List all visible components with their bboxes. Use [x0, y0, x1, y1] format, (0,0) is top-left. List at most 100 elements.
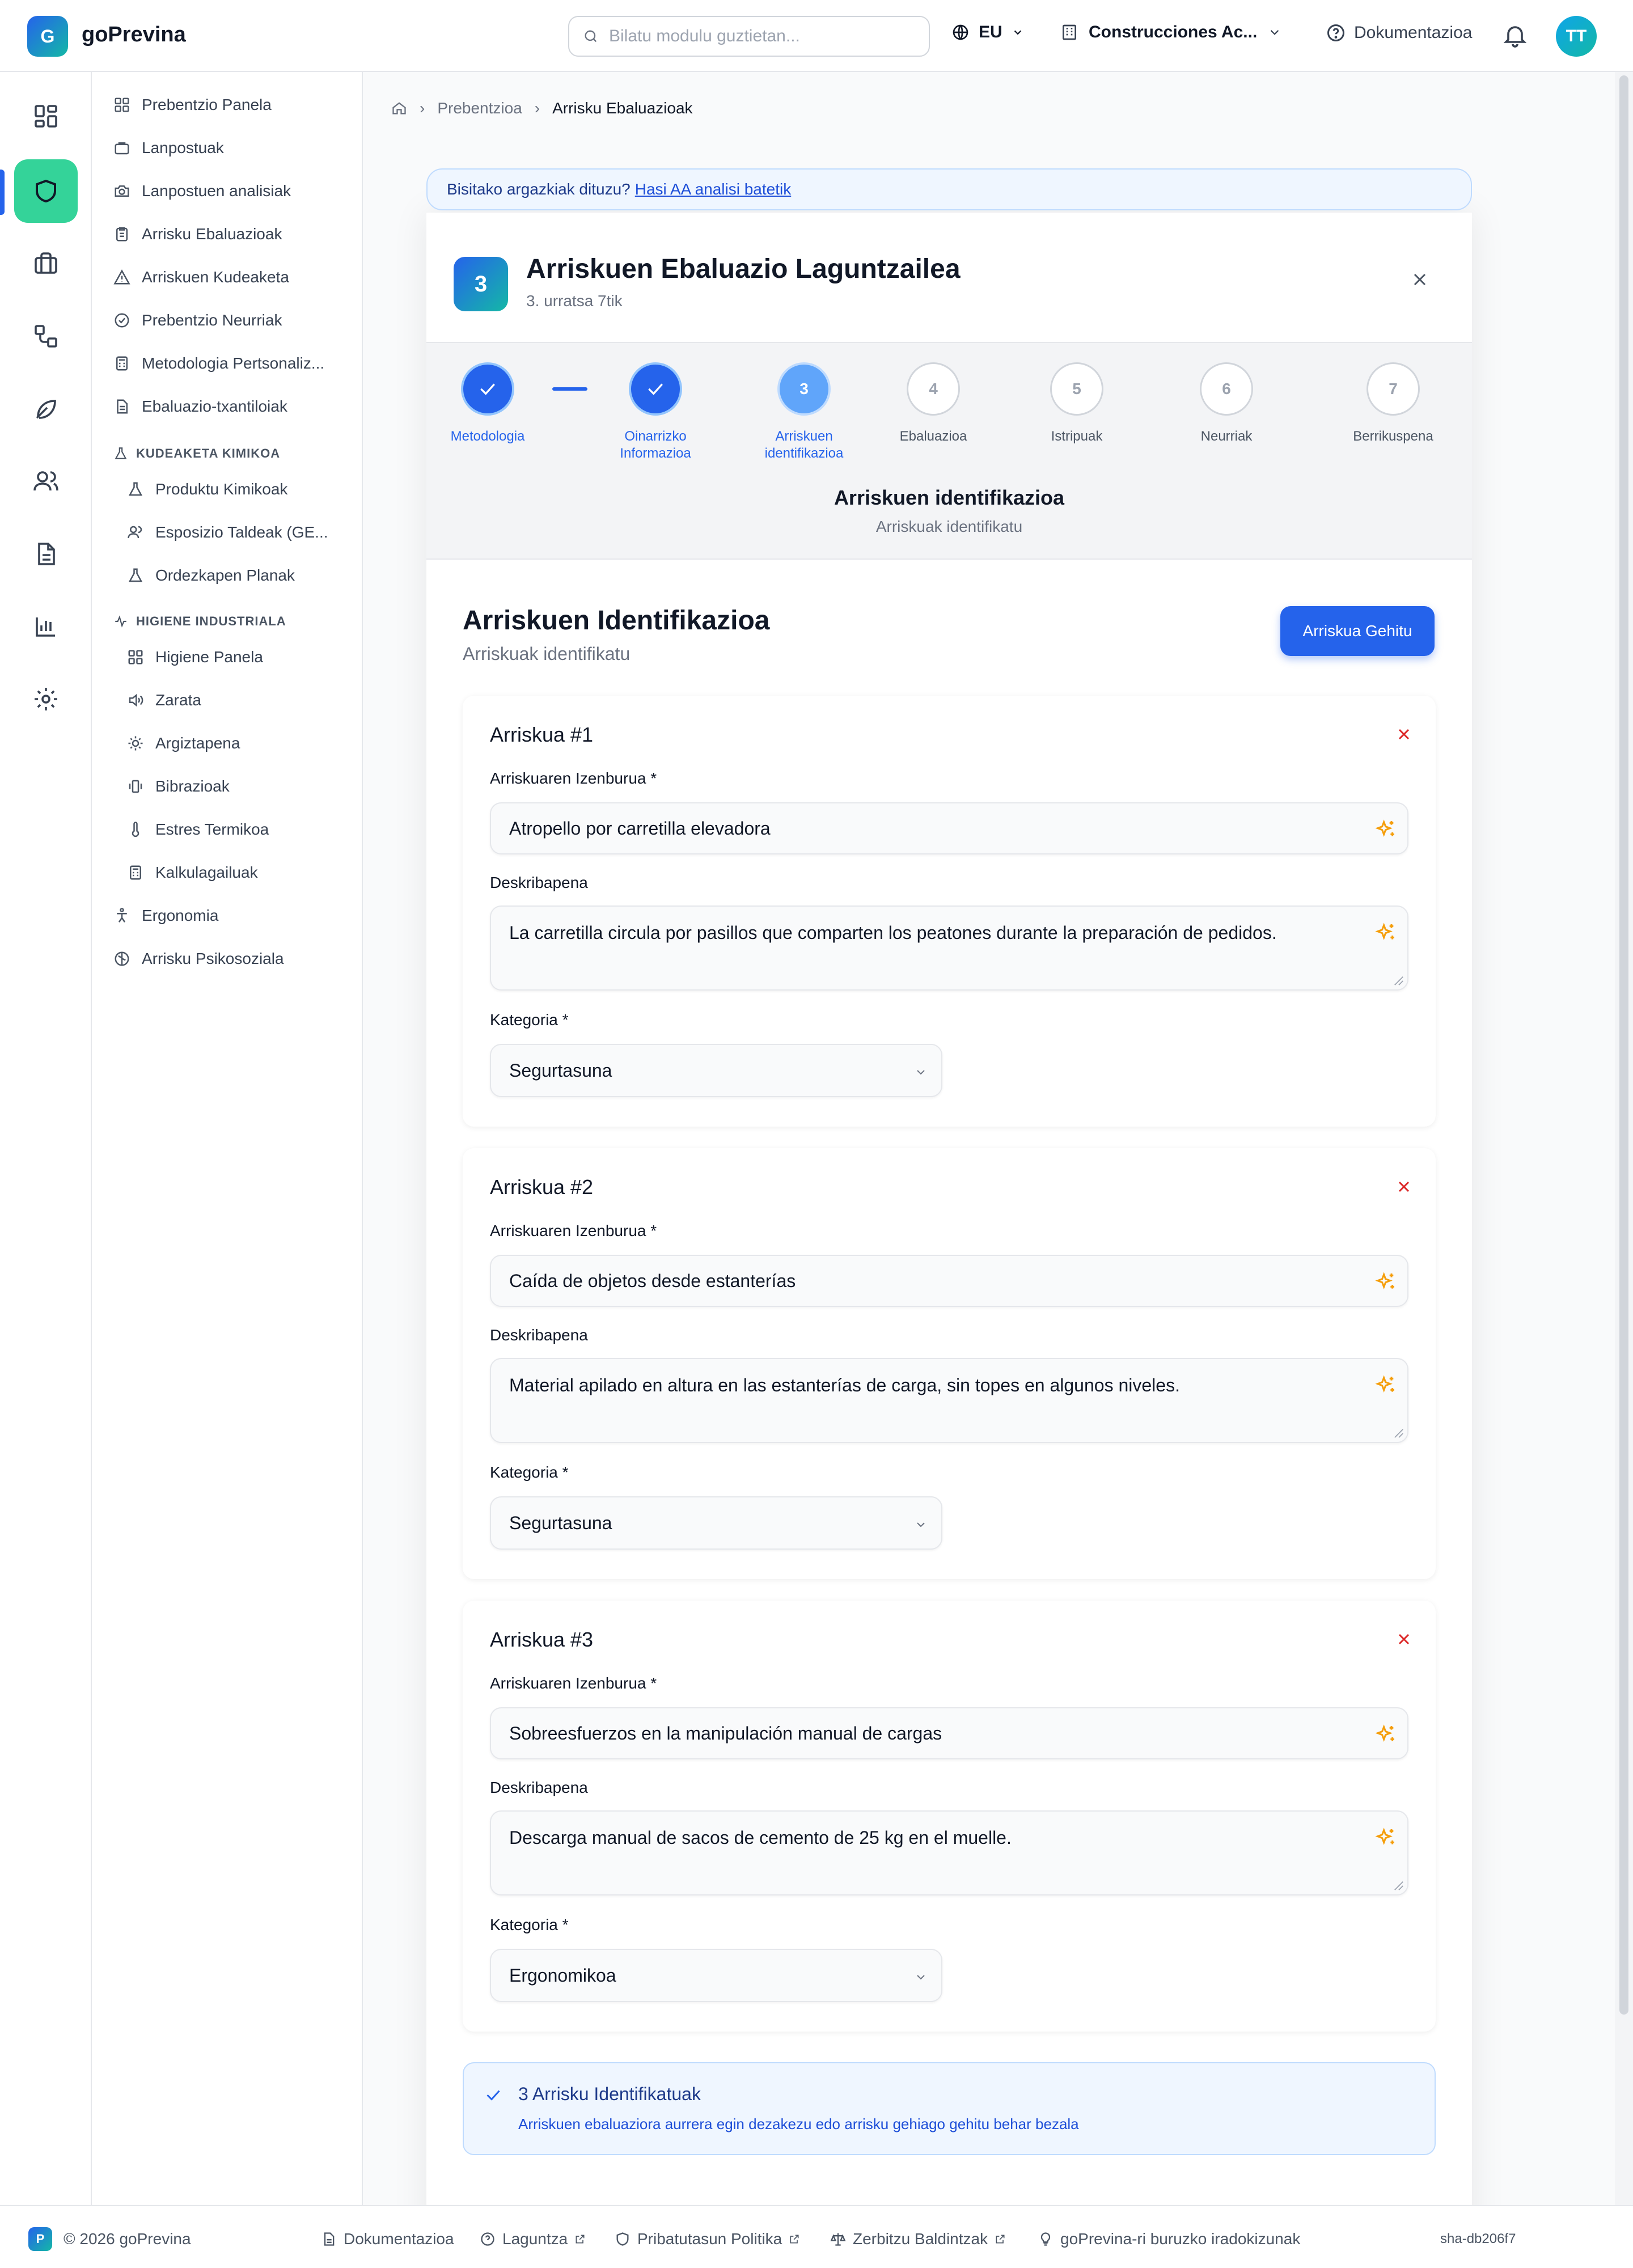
sidebar-item-label: Ordezkapen Planak: [155, 566, 295, 584]
step-3[interactable]: 3 Arriskuen identifikazioa: [736, 362, 872, 462]
rail-workflow[interactable]: [14, 304, 78, 368]
workflow-icon: [35, 325, 57, 348]
documentation-label: Dokumentazioa: [1354, 23, 1473, 42]
footer-link-feedback[interactable]: goPrevina-ri buruzko iradokizunak: [1038, 2230, 1300, 2248]
footer-logo: P: [28, 2227, 52, 2251]
sidebar-item-chemical-products[interactable]: Produktu Kimikoak: [127, 480, 287, 498]
search-icon: [585, 30, 597, 43]
remove-risk-icon[interactable]: [1395, 1630, 1413, 1648]
step-label: Oinarrizko Informazioa: [620, 429, 691, 461]
footer-link-label: goPrevina-ri buruzko iradokizunak: [1060, 2230, 1301, 2248]
sidebar-item-ergonomics[interactable]: Ergonomia: [113, 907, 218, 925]
search-input[interactable]: Bilatu modulu guztietan...: [568, 16, 930, 57]
sparkles-icon[interactable]: [1374, 1374, 1397, 1397]
risk-description-textarea[interactable]: Descarga manual de sacos de cemento de 2…: [490, 1810, 1408, 1895]
step-6[interactable]: 6 Neurriak: [1158, 362, 1294, 445]
chevron-down-icon: [917, 1522, 925, 1527]
rail-reports[interactable]: [14, 595, 78, 658]
risk-name-input[interactable]: Sobreesfuerzos en la manipulación manual…: [490, 1707, 1408, 1759]
sidebar: Prebentzio Panela Lanpostuak Lanpostuen …: [92, 72, 363, 2205]
footer-link-help[interactable]: Laguntza: [480, 2230, 586, 2248]
warning-icon: [113, 269, 130, 285]
app-logo[interactable]: G: [27, 16, 68, 57]
building-icon: [1063, 24, 1076, 40]
sidebar-item-substitution-plans[interactable]: Ordezkapen Planak: [127, 566, 295, 585]
rail-people[interactable]: [14, 450, 78, 513]
sidebar-item-risk-evaluations[interactable]: Arrisku Ebaluazioak: [113, 225, 282, 243]
sparkles-icon[interactable]: [1374, 818, 1397, 841]
risk-category-select[interactable]: Ergonomikoa: [490, 1949, 942, 2002]
sidebar-item-hygiene-panel[interactable]: Higiene Panela: [127, 648, 263, 666]
footer-link-terms[interactable]: Zerbitzu Baldintzak: [830, 2230, 1006, 2248]
step-7[interactable]: 7 Berrikuspena: [1325, 362, 1461, 445]
rail-settings[interactable]: [14, 667, 78, 731]
step-2[interactable]: Oinarrizko Informazioa: [587, 362, 724, 462]
remove-risk-icon[interactable]: [1395, 1178, 1413, 1196]
sidebar-item-evaluation-templates[interactable]: Ebaluazio-txantiloiak: [113, 397, 287, 416]
resize-handle-icon[interactable]: [1394, 1428, 1404, 1438]
sidebar-item-workplaces[interactable]: Lanpostuak: [113, 139, 224, 157]
documentation-link[interactable]: Dokumentazioa: [1326, 23, 1472, 43]
rail-documents[interactable]: [14, 522, 78, 586]
sidebar-item-psychosocial-risk[interactable]: Arrisku Psikosoziala: [113, 950, 284, 968]
app-name[interactable]: goPrevina: [82, 23, 186, 47]
sidebar-item-lighting[interactable]: Argiztapena: [127, 734, 240, 752]
company-selector[interactable]: Construcciones Ac...: [1060, 23, 1282, 42]
risk-name-input[interactable]: Caída de objetos desde estanterías: [490, 1255, 1408, 1307]
risk-name-value: Caída de objetos desde estanterías: [509, 1270, 796, 1291]
risk-name-input[interactable]: Atropello por carretilla elevadora: [490, 802, 1408, 854]
sparkles-icon[interactable]: [1374, 1271, 1397, 1293]
step-4[interactable]: 4 Ebaluazioa: [865, 362, 1001, 445]
sparkles-icon[interactable]: [1374, 1826, 1397, 1849]
close-icon[interactable]: [1410, 269, 1430, 290]
sidebar-item-exposure-groups[interactable]: Esposizio Taldeak (GE...: [127, 523, 328, 541]
rail-workplaces[interactable]: [14, 232, 78, 295]
resize-handle-icon[interactable]: [1394, 1881, 1404, 1891]
sidebar-item-thermal-stress[interactable]: Estres Termikoa: [127, 820, 269, 839]
rail-dashboard[interactable]: [14, 84, 78, 148]
remove-risk-icon[interactable]: [1395, 725, 1413, 743]
brain-icon: [115, 951, 129, 966]
sidebar-item-label: Ergonomia: [142, 907, 219, 924]
calculator-icon: [116, 356, 128, 371]
sidebar-item-noise[interactable]: Zarata: [127, 691, 201, 709]
search-placeholder: Bilatu modulu guztietan...: [609, 27, 800, 45]
risk-category-select[interactable]: Segurtasuna: [490, 1496, 942, 1550]
sidebar-item-workplace-analyses[interactable]: Lanpostuen analisiak: [113, 182, 291, 200]
footer-link-label: Laguntza: [502, 2230, 568, 2248]
step-5[interactable]: 5 Istripuak: [1009, 362, 1145, 445]
scrollbar-thumb[interactable]: [1619, 75, 1628, 2015]
sparkles-icon[interactable]: [1374, 1723, 1397, 1746]
footer-link-privacy[interactable]: Pribatutasun Politika: [615, 2230, 800, 2248]
risk-name-label: Arriskuaren Izenburua *: [490, 769, 657, 787]
sidebar-item-prevention-measures[interactable]: Prebentzio Neurriak: [113, 311, 282, 329]
sparkles-icon[interactable]: [1374, 921, 1397, 944]
rail-prevention[interactable]: [14, 159, 78, 223]
sidebar-item-label: Kalkulagailuak: [155, 864, 258, 881]
sidebar-item-risk-management[interactable]: Arriskuen Kudeaketa: [113, 268, 289, 286]
footer-link-label: Dokumentazioa: [344, 2230, 454, 2248]
sidebar-item-calculators[interactable]: Kalkulagailuak: [127, 864, 258, 882]
risk-description-textarea[interactable]: Material apilado en altura en las estant…: [490, 1358, 1408, 1443]
resize-handle-icon[interactable]: [1394, 976, 1404, 986]
home-icon[interactable]: [391, 100, 407, 116]
bell-icon[interactable]: [1501, 22, 1529, 49]
rail-environment[interactable]: [14, 377, 78, 441]
footer-link-documentation[interactable]: Dokumentazioa: [321, 2230, 454, 2248]
risk-description-textarea[interactable]: La carretilla circula por pasillos que c…: [490, 905, 1408, 991]
add-risk-button[interactable]: Arriskua Gehitu: [1280, 606, 1435, 656]
risk-category-label: Kategoria *: [490, 1463, 569, 1481]
language-selector[interactable]: EU: [951, 23, 1024, 42]
risk-description-label: Deskribapena: [490, 1326, 588, 1344]
breadcrumb-parent[interactable]: Prebentzioa: [437, 99, 522, 117]
user-avatar[interactable]: TT: [1556, 16, 1597, 57]
sidebar-item-label: Prebentzio Panela: [142, 96, 272, 113]
risk-category-select[interactable]: Segurtasuna: [490, 1044, 942, 1097]
sidebar-item-vibrations[interactable]: Bibrazioak: [127, 777, 230, 796]
dashboard-icon: [115, 98, 129, 112]
sidebar-item-prevention-panel[interactable]: Prebentzio Panela: [113, 96, 272, 114]
start-ai-analysis-link[interactable]: Hasi AA analisi batetik: [635, 180, 792, 198]
step-1[interactable]: Metodologia: [420, 362, 556, 445]
icon-rail: [0, 72, 92, 2205]
sidebar-item-custom-methodology[interactable]: Metodologia Pertsonaliz...: [113, 354, 324, 373]
